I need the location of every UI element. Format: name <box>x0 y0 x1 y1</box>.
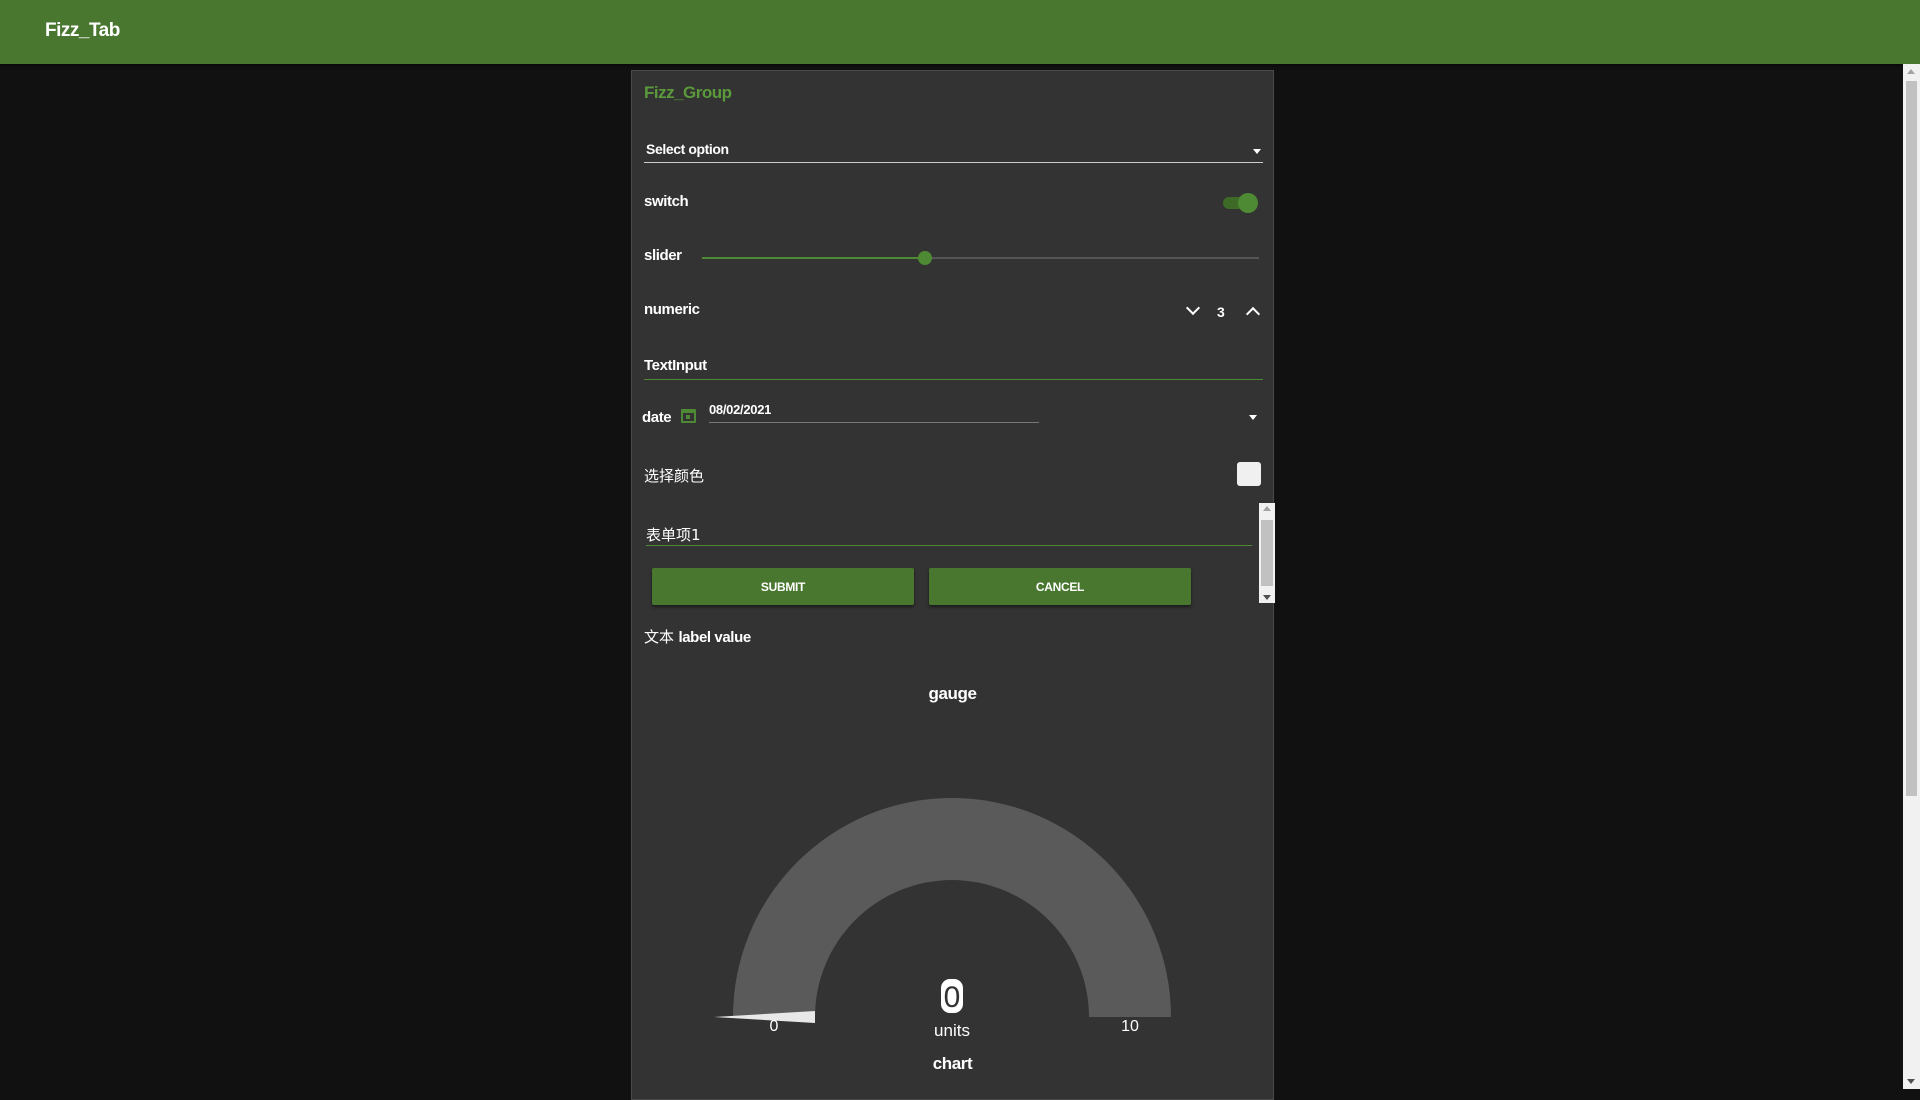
group-title: Fizz_Group <box>644 83 732 102</box>
switch-knob[interactable] <box>1238 193 1258 213</box>
text-input-field[interactable]: TextInput <box>644 355 1263 380</box>
dropdown-value: Select option <box>646 141 729 157</box>
text-widget-value: label value <box>678 629 751 646</box>
date-caret-down-icon[interactable] <box>1249 415 1257 420</box>
gauge-units: units <box>934 1021 970 1040</box>
tab-title: Fizz_Tab <box>45 20 120 41</box>
chart-title: chart <box>932 1054 973 1073</box>
caret-down-icon <box>1253 149 1261 154</box>
gauge-title: gauge <box>928 684 977 703</box>
gauge-widget: 0 units 0 10 <box>714 798 1171 1040</box>
color-picker-label: 选择颜色 <box>644 467 705 485</box>
color-swatch-button[interactable] <box>1237 462 1261 486</box>
date-input[interactable]: 08/02/2021 <box>709 401 1039 423</box>
chevron-up-icon[interactable] <box>1245 306 1261 322</box>
scroll-up-arrow-icon[interactable] <box>1907 69 1915 74</box>
form-scroll-up-icon[interactable] <box>1263 506 1271 511</box>
text-input-label: TextInput <box>644 357 707 374</box>
option-dropdown[interactable]: Select option <box>644 136 1263 163</box>
scrollbar-thumb[interactable] <box>1906 81 1917 796</box>
slider-thumb[interactable] <box>917 251 932 265</box>
group-card: Fizz_Group Select option switch slider n… <box>631 70 1275 1100</box>
switch-label: switch <box>644 193 689 210</box>
date-label: date <box>642 409 672 426</box>
top-toolbar: Fizz_Tab <box>0 0 1920 64</box>
cancel-button[interactable]: CANCEL <box>929 568 1191 605</box>
numeric-label: numeric <box>644 301 700 318</box>
form-field-label: 表单项1 <box>646 526 701 544</box>
chevron-down-icon[interactable] <box>1185 300 1201 316</box>
form-field-input[interactable]: 表单项1 <box>646 521 1252 546</box>
gauge-max-label: 10 <box>1121 1018 1139 1035</box>
gauge-value: 0 <box>944 981 961 1014</box>
slider-fill <box>702 257 925 259</box>
scroll-down-arrow-icon[interactable] <box>1907 1079 1915 1084</box>
date-value: 08/02/2021 <box>709 402 772 417</box>
slider-track[interactable] <box>702 251 1259 265</box>
text-widget-label: 文本 <box>644 628 675 646</box>
text-widget: 文本 label value <box>644 626 751 647</box>
calendar-icon[interactable] <box>681 409 696 423</box>
page-scrollbar[interactable] <box>1903 64 1920 1089</box>
submit-button[interactable]: SUBMIT <box>652 568 914 605</box>
form-scroll-thumb[interactable] <box>1261 520 1273 586</box>
form-scrollbar[interactable] <box>1259 503 1275 603</box>
form-scroll-down-icon[interactable] <box>1263 595 1271 600</box>
gauge-min-label: 0 <box>770 1018 779 1035</box>
slider-label: slider <box>644 247 682 264</box>
numeric-value: 3 <box>1217 304 1225 320</box>
